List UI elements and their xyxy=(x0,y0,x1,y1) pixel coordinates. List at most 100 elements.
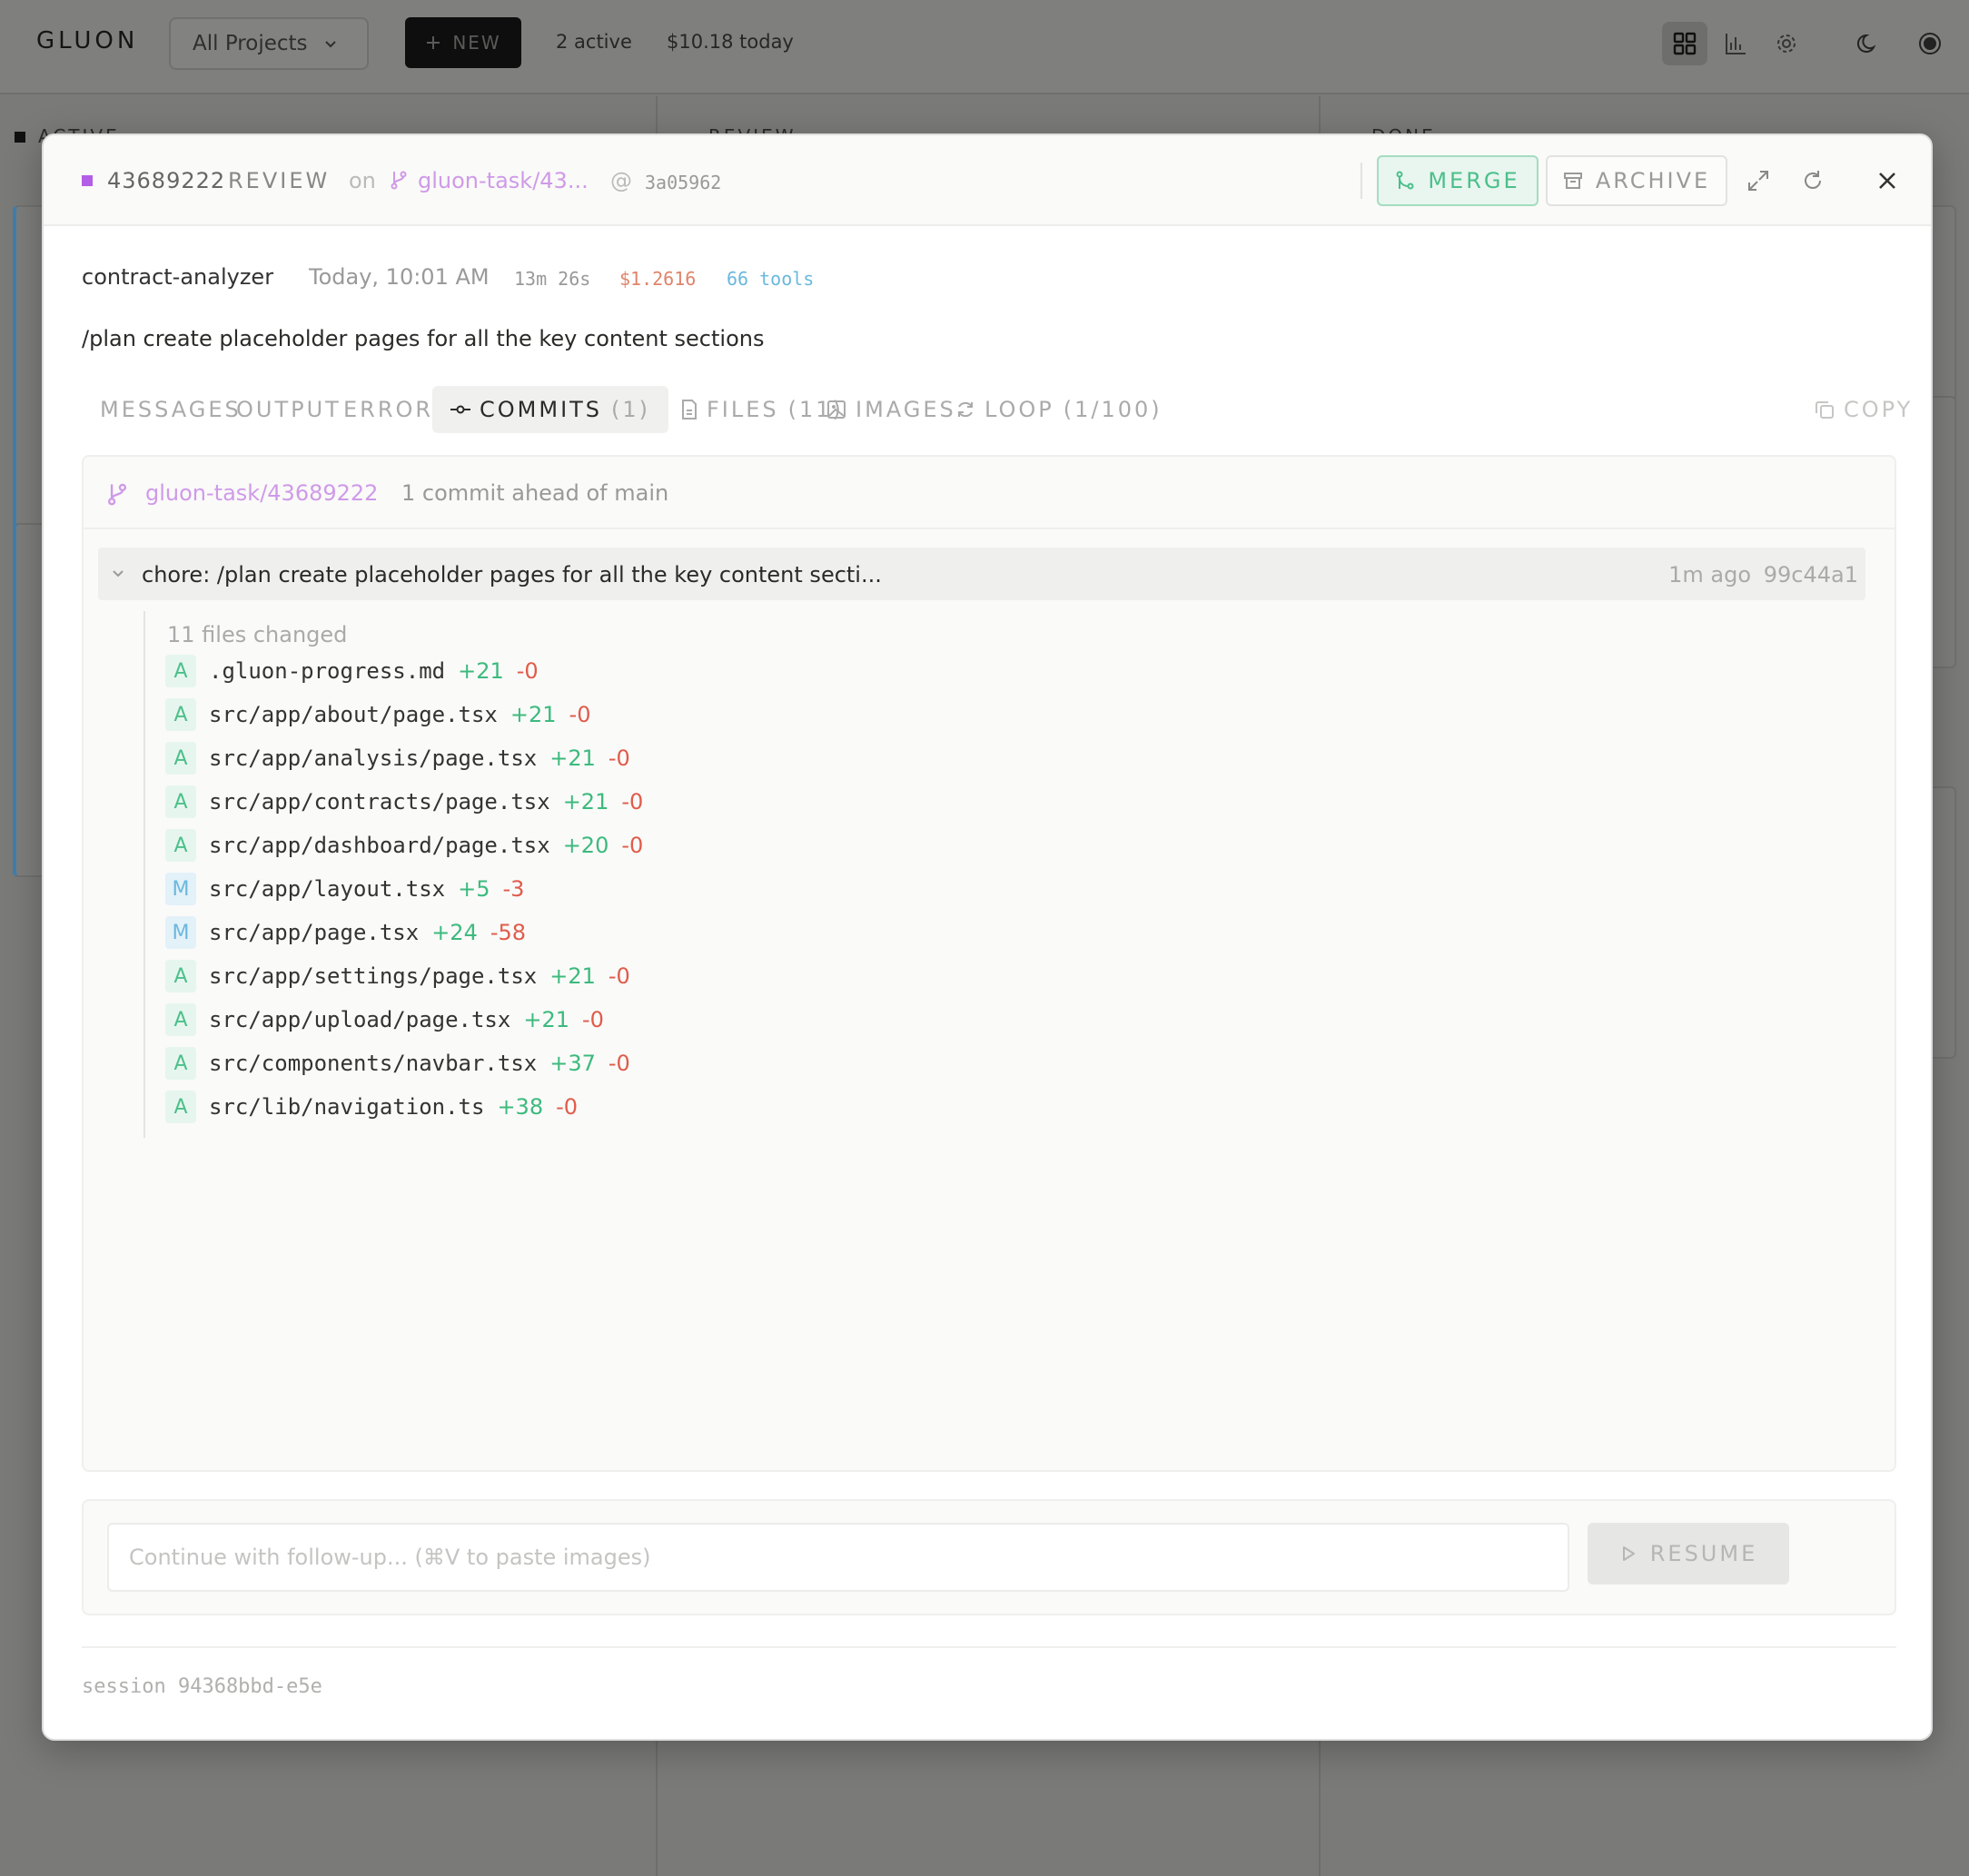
chevron-down-icon xyxy=(324,41,336,48)
lines-removed: -0 xyxy=(608,1051,630,1076)
list-item[interactable]: A src/lib/navigation.ts +38 -0 xyxy=(165,1091,578,1123)
status-square-icon xyxy=(82,175,93,186)
plus-icon xyxy=(427,36,440,49)
settings-button[interactable] xyxy=(1764,22,1809,65)
base-commit-hash: 3a05962 xyxy=(645,172,722,193)
list-item[interactable]: A src/components/navbar.tsx +37 -0 xyxy=(165,1047,630,1080)
new-task-button[interactable]: NEW xyxy=(405,17,521,68)
file-path: src/app/page.tsx xyxy=(209,920,420,945)
git-commit-icon xyxy=(450,405,470,414)
file-icon xyxy=(682,400,697,420)
lines-added: +37 xyxy=(549,1051,596,1076)
image-icon xyxy=(827,400,846,419)
file-path: src/app/about/page.tsx xyxy=(209,702,498,727)
lines-added: +20 xyxy=(562,833,609,858)
lines-added: +21 xyxy=(523,1007,569,1032)
commit-sha: 99c44a1 xyxy=(1763,562,1858,587)
file-path: src/app/layout.tsx xyxy=(209,876,446,902)
top-bar: GLUON All Projects NEW 2 active $10.18 t… xyxy=(0,0,1969,94)
status-indicator-button[interactable] xyxy=(1907,22,1953,65)
git-branch-icon xyxy=(107,483,127,506)
project-select[interactable]: All Projects xyxy=(169,17,369,70)
files-changed-count: 11 files changed xyxy=(167,622,348,647)
tab-loop[interactable]: LOOP (1/100) xyxy=(937,386,1181,433)
lines-added: +5 xyxy=(458,876,490,902)
list-item[interactable]: A src/app/upload/page.tsx +21 -0 xyxy=(165,1003,604,1036)
task-cost: $1.2616 xyxy=(619,268,697,290)
expand-icon xyxy=(1748,171,1768,191)
lines-removed: -0 xyxy=(608,963,630,989)
grid-view-button[interactable] xyxy=(1662,22,1707,65)
commits-ahead: 1 commit ahead of main xyxy=(401,480,669,506)
commit-row[interactable]: chore: /plan create placeholder pages fo… xyxy=(98,548,1865,600)
list-item[interactable]: A src/app/analysis/page.tsx +21 -0 xyxy=(165,742,630,775)
archive-icon xyxy=(1563,173,1582,189)
lines-removed: -0 xyxy=(516,658,539,684)
git-merge-icon xyxy=(1396,171,1414,190)
at-label: @ xyxy=(610,168,632,193)
on-label: on xyxy=(349,168,376,193)
file-path: .gluon-progress.md xyxy=(209,658,446,684)
list-item[interactable]: A src/app/about/page.tsx +21 -0 xyxy=(165,698,590,731)
session-id: session 94368bbd-e5e xyxy=(82,1675,322,1698)
file-path: src/app/settings/page.tsx xyxy=(209,963,538,989)
list-item[interactable]: A .gluon-progress.md +21 -0 xyxy=(165,655,539,687)
file-status-badge: M xyxy=(165,873,196,905)
branch-link[interactable]: gluon-task/43... xyxy=(418,168,589,193)
modal-header: 43689222 REVIEW on gluon-task/43... @ 3a… xyxy=(44,135,1931,226)
refresh-icon xyxy=(1805,171,1821,189)
branch-name[interactable]: gluon-task/43689222 xyxy=(145,480,378,506)
refresh-button[interactable] xyxy=(1795,163,1831,199)
detail-tabs: MESSAGES OUTPUT ERRORS COMMITS (1) FILES… xyxy=(82,386,1910,435)
list-item[interactable]: M src/app/layout.tsx +5 -3 xyxy=(165,873,524,905)
file-path: src/app/contracts/page.tsx xyxy=(209,789,550,815)
tab-commits[interactable]: COMMITS (1) xyxy=(432,386,669,433)
list-item[interactable]: A src/app/settings/page.tsx +21 -0 xyxy=(165,960,630,992)
play-icon xyxy=(1622,1546,1635,1561)
list-item[interactable]: M src/app/page.tsx +24 -58 xyxy=(165,916,526,949)
lines-removed: -0 xyxy=(569,702,591,727)
theme-toggle-button[interactable] xyxy=(1845,22,1891,65)
lines-added: +21 xyxy=(549,963,596,989)
resume-button[interactable]: RESUME xyxy=(1588,1523,1789,1585)
task-time: Today, 10:01 AM xyxy=(309,264,490,290)
expand-button[interactable] xyxy=(1740,163,1776,199)
file-path: src/app/upload/page.tsx xyxy=(209,1007,511,1032)
branch-summary: gluon-task/43689222 1 commit ahead of ma… xyxy=(84,457,1895,529)
close-button[interactable] xyxy=(1869,163,1905,199)
list-item[interactable]: A src/app/dashboard/page.tsx +20 -0 xyxy=(165,829,643,862)
file-status-badge: A xyxy=(165,742,196,775)
copy-button[interactable]: COPY xyxy=(1796,386,1931,433)
agent-name: contract-analyzer xyxy=(82,264,274,290)
bar-chart-icon xyxy=(1726,34,1746,54)
file-path: src/app/analysis/page.tsx xyxy=(209,745,538,771)
commits-panel: gluon-task/43689222 1 commit ahead of ma… xyxy=(82,455,1896,1472)
file-status-badge: A xyxy=(165,698,196,731)
lines-added: +21 xyxy=(549,745,596,771)
lines-removed: -0 xyxy=(621,833,644,858)
file-status-badge: A xyxy=(165,1047,196,1080)
file-status-badge: A xyxy=(165,785,196,818)
file-path: src/components/navbar.tsx xyxy=(209,1051,538,1076)
merge-button[interactable]: MERGE xyxy=(1377,155,1539,206)
lines-removed: -0 xyxy=(608,745,630,771)
file-status-badge: A xyxy=(165,655,196,687)
archive-button[interactable]: ARCHIVE xyxy=(1546,155,1727,206)
task-prompt: /plan create placeholder pages for all t… xyxy=(82,326,765,351)
stats-button[interactable] xyxy=(1713,22,1758,65)
commit-time: 1m ago xyxy=(1668,562,1751,587)
task-detail-modal: 43689222 REVIEW on gluon-task/43... @ 3a… xyxy=(42,133,1933,1741)
resume-button-label: RESUME xyxy=(1649,1541,1758,1566)
active-count: 2 active xyxy=(556,31,632,53)
lines-removed: -0 xyxy=(556,1094,579,1120)
grid-icon xyxy=(1673,32,1697,55)
lines-added: +38 xyxy=(497,1094,544,1120)
git-branch-icon xyxy=(391,171,407,190)
chevron-down-icon[interactable] xyxy=(111,566,125,580)
followup-input[interactable] xyxy=(107,1523,1569,1592)
lines-removed: -0 xyxy=(582,1007,604,1032)
merge-button-label: MERGE xyxy=(1428,168,1520,193)
file-status-badge: A xyxy=(165,1091,196,1123)
list-item[interactable]: A src/app/contracts/page.tsx +21 -0 xyxy=(165,785,643,818)
tool-count: 66 tools xyxy=(727,268,815,290)
